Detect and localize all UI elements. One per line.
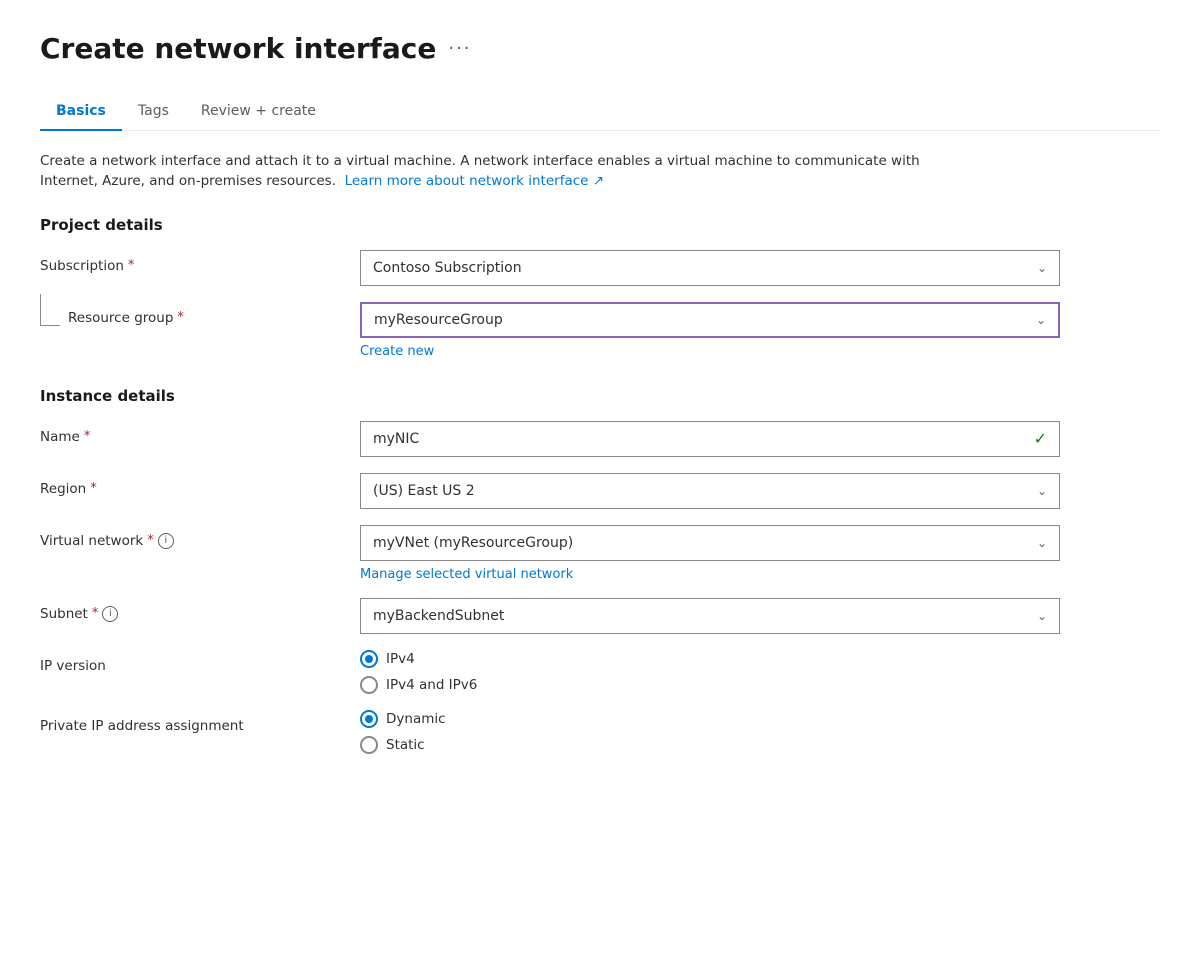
subscription-row: Subscription * Contoso Subscription ⌄	[40, 250, 1160, 286]
virtual-network-info-icon[interactable]: i	[158, 533, 174, 549]
ip-version-ipv4-radio-inner	[365, 655, 373, 663]
ip-version-label: IP version	[40, 650, 360, 674]
project-details-section: Project details Subscription * Contoso S…	[40, 216, 1160, 359]
region-row: Region * (US) East US 2 ⌄	[40, 473, 1160, 509]
virtual-network-control-wrap: myVNet (myResourceGroup) ⌄ Manage select…	[360, 525, 1060, 582]
instance-details-section: Instance details Name * myNIC ✓ Region *…	[40, 387, 1160, 754]
subscription-control-wrap: Contoso Subscription ⌄	[360, 250, 1060, 286]
virtual-network-label: Virtual network * i	[40, 525, 360, 549]
resource-group-label: Resource group *	[68, 310, 184, 326]
ip-version-control-wrap: IPv4 IPv4 and IPv6	[360, 650, 1060, 694]
name-required-star: *	[84, 429, 91, 444]
private-ip-control-wrap: Dynamic Static	[360, 710, 1060, 754]
page-description: Create a network interface and attach it…	[40, 151, 940, 192]
resource-group-dropdown[interactable]: myResourceGroup ⌄	[360, 302, 1060, 338]
subnet-control-wrap: myBackendSubnet ⌄	[360, 598, 1060, 634]
subnet-row: Subnet * i myBackendSubnet ⌄	[40, 598, 1160, 634]
external-link-icon: ↗	[593, 173, 604, 189]
resource-group-indent: Resource group *	[40, 302, 360, 326]
private-ip-dynamic-option[interactable]: Dynamic	[360, 710, 1060, 728]
more-options-icon[interactable]: ···	[448, 38, 471, 59]
private-ip-static-option[interactable]: Static	[360, 736, 1060, 754]
name-control-wrap: myNIC ✓	[360, 421, 1060, 457]
learn-more-link[interactable]: Learn more about network interface ↗	[340, 173, 604, 189]
name-input[interactable]: myNIC ✓	[360, 421, 1060, 457]
tab-tags[interactable]: Tags	[122, 93, 185, 131]
private-ip-radio-group: Dynamic Static	[360, 710, 1060, 754]
subscription-required-star: *	[128, 258, 135, 273]
project-details-title: Project details	[40, 216, 1160, 234]
subnet-chevron-icon: ⌄	[1037, 609, 1047, 623]
ip-version-ipv4v6-label: IPv4 and IPv6	[386, 677, 477, 693]
private-ip-dynamic-radio[interactable]	[360, 710, 378, 728]
manage-virtual-network-link[interactable]: Manage selected virtual network	[360, 567, 573, 582]
private-ip-dynamic-radio-inner	[365, 715, 373, 723]
name-label: Name *	[40, 421, 360, 445]
region-label: Region *	[40, 473, 360, 497]
region-chevron-icon: ⌄	[1037, 484, 1047, 498]
ip-version-ipv4v6-option[interactable]: IPv4 and IPv6	[360, 676, 1060, 694]
page-title: Create network interface	[40, 32, 436, 65]
create-new-link[interactable]: Create new	[360, 344, 434, 359]
resource-group-row: Resource group * myResourceGroup ⌄ Creat…	[40, 302, 1160, 359]
private-ip-dynamic-label: Dynamic	[386, 711, 446, 727]
page-header: Create network interface ···	[40, 32, 1160, 65]
region-control-wrap: (US) East US 2 ⌄	[360, 473, 1060, 509]
subscription-dropdown[interactable]: Contoso Subscription ⌄	[360, 250, 1060, 286]
region-dropdown[interactable]: (US) East US 2 ⌄	[360, 473, 1060, 509]
tab-basics[interactable]: Basics	[40, 93, 122, 131]
tab-review-create[interactable]: Review + create	[185, 93, 332, 131]
ip-version-ipv4-option[interactable]: IPv4	[360, 650, 1060, 668]
region-required-star: *	[90, 481, 97, 496]
ip-version-row: IP version IPv4 IPv4 and IPv6	[40, 650, 1160, 694]
private-ip-static-radio[interactable]	[360, 736, 378, 754]
virtual-network-row: Virtual network * i myVNet (myResourceGr…	[40, 525, 1160, 582]
subnet-required-star: *	[92, 606, 99, 621]
ip-version-ipv4-label: IPv4	[386, 651, 415, 667]
subnet-dropdown[interactable]: myBackendSubnet ⌄	[360, 598, 1060, 634]
private-ip-row: Private IP address assignment Dynamic St…	[40, 710, 1160, 754]
ip-version-radio-group: IPv4 IPv4 and IPv6	[360, 650, 1060, 694]
name-valid-icon: ✓	[1034, 429, 1047, 448]
virtual-network-dropdown[interactable]: myVNet (myResourceGroup) ⌄	[360, 525, 1060, 561]
instance-details-title: Instance details	[40, 387, 1160, 405]
subscription-label: Subscription *	[40, 250, 360, 274]
tab-bar: Basics Tags Review + create	[40, 93, 1160, 131]
resource-group-control-wrap: myResourceGroup ⌄ Create new	[360, 302, 1060, 359]
virtual-network-chevron-icon: ⌄	[1037, 536, 1047, 550]
resource-group-chevron-icon: ⌄	[1036, 313, 1046, 327]
indent-line	[40, 294, 60, 326]
resource-group-required-star: *	[177, 310, 184, 325]
subnet-info-icon[interactable]: i	[102, 606, 118, 622]
subnet-label: Subnet * i	[40, 598, 360, 622]
ip-version-ipv4-radio[interactable]	[360, 650, 378, 668]
virtual-network-required-star: *	[147, 533, 154, 548]
name-row: Name * myNIC ✓	[40, 421, 1160, 457]
private-ip-static-label: Static	[386, 737, 425, 753]
private-ip-label: Private IP address assignment	[40, 710, 360, 734]
subscription-chevron-icon: ⌄	[1037, 261, 1047, 275]
ip-version-ipv4v6-radio[interactable]	[360, 676, 378, 694]
